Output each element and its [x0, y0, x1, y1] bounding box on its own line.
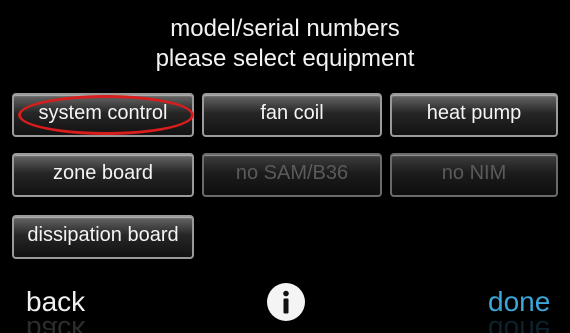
- page-header: model/serial numbers please select equip…: [0, 14, 570, 74]
- button-label: no SAM/B36: [235, 162, 349, 184]
- button-label: zone board: [52, 162, 154, 184]
- info-icon: [283, 290, 289, 314]
- no-nim-button: no NIM: [390, 153, 558, 197]
- button-label: dissipation board: [27, 224, 179, 246]
- thermostat-screen: model/serial numbers please select equip…: [0, 0, 570, 333]
- dissipation-board-button[interactable]: dissipation board: [12, 215, 194, 259]
- back-reflection: back: [26, 315, 86, 333]
- heat-pump-button[interactable]: heat pump: [390, 93, 558, 137]
- system-control-button[interactable]: system control: [12, 93, 194, 137]
- header-subtitle: please select equipment: [155, 45, 415, 72]
- no-sam-b36-button: no SAM/B36: [202, 153, 382, 197]
- button-label: heat pump: [426, 102, 522, 124]
- button-label: fan coil: [260, 102, 324, 124]
- fan-coil-button[interactable]: fan coil: [202, 93, 382, 137]
- done-reflection: done: [488, 315, 551, 333]
- button-label: system control: [38, 102, 168, 124]
- info-button[interactable]: [267, 283, 305, 321]
- zone-board-button[interactable]: zone board: [12, 153, 194, 197]
- button-label: no NIM: [441, 162, 507, 184]
- header-title: model/serial numbers: [170, 15, 400, 42]
